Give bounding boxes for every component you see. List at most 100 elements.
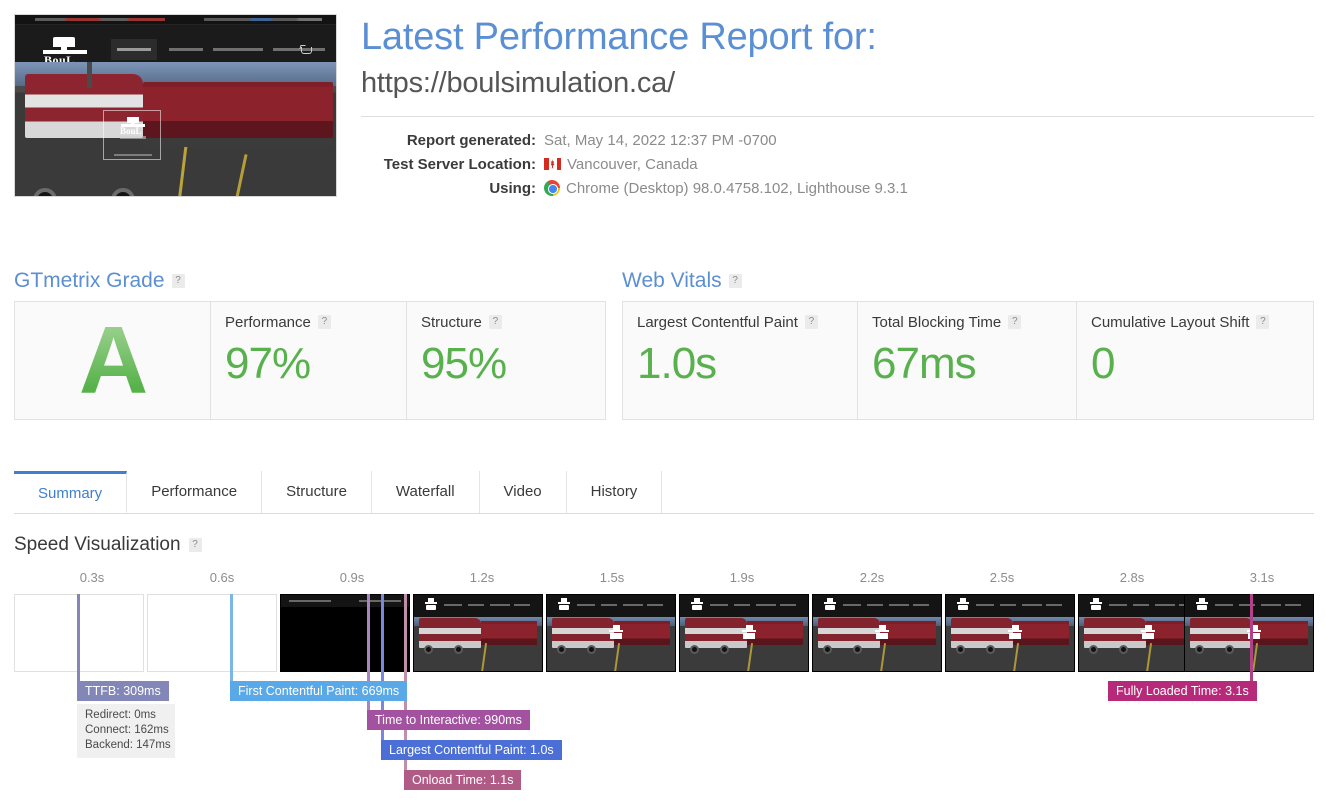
tick-5: 1.9s bbox=[729, 570, 755, 585]
thumbnail-topbar bbox=[15, 15, 336, 25]
marker-stub-fully-loaded-time bbox=[1250, 672, 1253, 681]
performance-card-label: Performance ? bbox=[225, 312, 392, 332]
web-vitals-heading-text: Web Vitals bbox=[622, 269, 722, 292]
gtmetrix-grade-panel: GTmetrix Grade ? A Performance ? 97% Str… bbox=[14, 268, 606, 420]
tab-structure-label: Structure bbox=[286, 483, 347, 500]
help-icon-lcp[interactable]: ? bbox=[804, 315, 818, 329]
marker-label-ttfb[interactable]: TTFB: 309ms bbox=[77, 681, 169, 701]
tick-6: 2.2s bbox=[859, 570, 885, 585]
header-divider bbox=[361, 116, 1314, 117]
meta-value-test-server-location: Vancouver, Canada bbox=[544, 156, 698, 173]
tick-7: 2.5s bbox=[989, 570, 1015, 585]
marker-line-fully-loaded-time bbox=[1250, 594, 1253, 672]
meta-value-report-generated: Sat, May 14, 2022 12:37 PM -0700 bbox=[544, 132, 777, 149]
meta-value-using: Chrome (Desktop) 98.0.4758.102, Lighthou… bbox=[544, 180, 908, 197]
tick-8: 2.8s bbox=[1119, 570, 1145, 585]
ttfb-breakdown-redirect: Redirect: 0ms bbox=[85, 709, 156, 721]
meta-label-test-server-location: Test Server Location: bbox=[383, 155, 536, 173]
canada-flag-icon bbox=[544, 158, 561, 170]
help-icon-performance[interactable]: ? bbox=[317, 315, 331, 329]
speed-visualization-heading: Speed Visualization ? bbox=[14, 532, 1314, 558]
help-icon-tbt[interactable]: ? bbox=[1008, 315, 1022, 329]
tbt-card-label: Total Blocking Time ? bbox=[872, 312, 1062, 332]
site-thumbnail: BouL BouL bbox=[14, 14, 337, 197]
speed-visualization-heading-text: Speed Visualization bbox=[14, 534, 181, 555]
marker-label-time-to-interactive[interactable]: Time to Interactive: 990ms bbox=[367, 710, 530, 730]
web-vitals-cards: Largest Contentful Paint ? 1.0s Total Bl… bbox=[622, 301, 1314, 420]
help-icon-cls[interactable]: ? bbox=[1256, 315, 1270, 329]
tab-summary-label: Summary bbox=[38, 485, 103, 502]
chrome-icon bbox=[544, 180, 560, 196]
filmstrip-frame-2[interactable] bbox=[147, 594, 277, 672]
report-header-info: Latest Performance Report for: https://b… bbox=[361, 14, 1314, 200]
help-icon-structure[interactable]: ? bbox=[488, 315, 502, 329]
meta-label-report-generated: Report generated: bbox=[406, 131, 536, 149]
performance-card-value: 97% bbox=[225, 339, 311, 388]
tab-history[interactable]: History bbox=[567, 471, 663, 513]
cls-card-label-text: Cumulative Layout Shift bbox=[1091, 313, 1250, 331]
marker-label-largest-contentful-paint[interactable]: Largest Contentful Paint: 1.0s bbox=[381, 740, 562, 760]
report-header: BouL BouL Latest Performance Report for:… bbox=[14, 14, 1314, 229]
thumbnail-menu-items bbox=[111, 39, 325, 60]
filmstrip-frame-4[interactable] bbox=[413, 594, 543, 672]
meta-text-test-server-location: Vancouver, Canada bbox=[567, 155, 698, 173]
structure-card-label-text: Structure bbox=[421, 313, 482, 331]
help-icon-web-vitals[interactable]: ? bbox=[728, 274, 742, 288]
cls-card-value: 0 bbox=[1091, 339, 1115, 388]
ttfb-breakdown-backend: Backend: 147ms bbox=[85, 739, 171, 751]
marker-label-fully-loaded-time[interactable]: Fully Loaded Time: 3.1s bbox=[1108, 681, 1257, 701]
ttfb-breakdown-box: Redirect: 0ms Connect: 162ms Backend: 14… bbox=[77, 704, 175, 758]
tab-summary[interactable]: Summary bbox=[14, 471, 128, 513]
thumbnail-overlay-logo-icon: BouL bbox=[118, 117, 148, 143]
tab-waterfall-label: Waterfall bbox=[395, 483, 455, 500]
marker-label-first-contentful-paint[interactable]: First Contentful Paint: 669ms bbox=[230, 681, 408, 701]
performance-card: Performance ? 97% bbox=[211, 302, 407, 419]
tbt-card-label-text: Total Blocking Time bbox=[872, 313, 1002, 331]
tick-1: 0.6s bbox=[209, 570, 235, 585]
timeline-ticks: 0.3s 0.6s 0.9s 1.2s 1.5s 1.9s 2.2s 2.5s … bbox=[14, 570, 1314, 592]
tick-4: 1.5s bbox=[599, 570, 625, 585]
thumbnail-topbar-left bbox=[35, 18, 165, 21]
meta-row-report-generated: Report generated: Sat, May 14, 2022 12:3… bbox=[361, 128, 1314, 152]
tab-performance[interactable]: Performance bbox=[127, 471, 263, 513]
marker-label-onload-time[interactable]: Onload Time: 1.1s bbox=[404, 770, 522, 790]
gtmetrix-grade-heading-text: GTmetrix Grade bbox=[14, 269, 165, 292]
thumbnail-hero-image: BouL bbox=[15, 62, 336, 196]
marker-stub-ttfb bbox=[77, 672, 80, 681]
cumulative-layout-shift-card: Cumulative Layout Shift ? 0 bbox=[1077, 302, 1313, 419]
filmstrip-frame-7[interactable] bbox=[812, 594, 942, 672]
tick-3: 1.2s bbox=[469, 570, 495, 585]
tab-waterfall[interactable]: Waterfall bbox=[372, 471, 480, 513]
help-icon-gtmetrix-grade[interactable]: ? bbox=[171, 274, 185, 288]
marker-line-ttfb bbox=[77, 594, 80, 672]
filmstrip-frame-8[interactable] bbox=[945, 594, 1075, 672]
meta-label-using: Using: bbox=[489, 179, 536, 197]
speed-visualization-section: Speed Visualization ? 0.3s 0.6s 0.9s 1.2… bbox=[14, 532, 1314, 790]
marker-line-first-contentful-paint bbox=[230, 594, 233, 672]
structure-card: Structure ? 95% bbox=[407, 302, 604, 419]
help-icon-speed-visualization[interactable]: ? bbox=[188, 538, 202, 552]
grade-card: A bbox=[15, 302, 211, 419]
report-url[interactable]: https://boulsimulation.ca/ bbox=[361, 64, 1314, 102]
meta-text-using: Chrome (Desktop) 98.0.4758.102, Lighthou… bbox=[566, 179, 908, 197]
marker-line-time-to-interactive bbox=[367, 594, 370, 672]
performance-card-label-text: Performance bbox=[225, 313, 311, 331]
lcp-card-value: 1.0s bbox=[637, 339, 717, 388]
thumbnail-topbar-right bbox=[204, 18, 322, 21]
filmstrip-frame-5[interactable] bbox=[546, 594, 676, 672]
meta-row-using: Using: Chrome (Desktop) 98.0.4758.102, L… bbox=[361, 176, 1314, 200]
marker-line-largest-contentful-paint bbox=[381, 594, 384, 672]
tab-history-label: History bbox=[590, 483, 638, 500]
filmstrip-frame-10[interactable] bbox=[1184, 594, 1314, 672]
lcp-card-label: Largest Contentful Paint ? bbox=[637, 312, 843, 332]
tab-structure[interactable]: Structure bbox=[262, 471, 372, 513]
tab-video[interactable]: Video bbox=[480, 471, 567, 513]
ttfb-breakdown-connect: Connect: 162ms bbox=[85, 724, 169, 736]
filmstrip bbox=[14, 594, 1314, 672]
marker-line-onload-time bbox=[404, 594, 407, 672]
largest-contentful-paint-card: Largest Contentful Paint ? 1.0s bbox=[623, 302, 858, 419]
meta-text-report-generated: Sat, May 14, 2022 12:37 PM -0700 bbox=[544, 131, 777, 149]
filmstrip-frame-3[interactable] bbox=[280, 594, 410, 672]
thumbnail-cart-icon bbox=[299, 45, 314, 58]
filmstrip-frame-6[interactable] bbox=[679, 594, 809, 672]
